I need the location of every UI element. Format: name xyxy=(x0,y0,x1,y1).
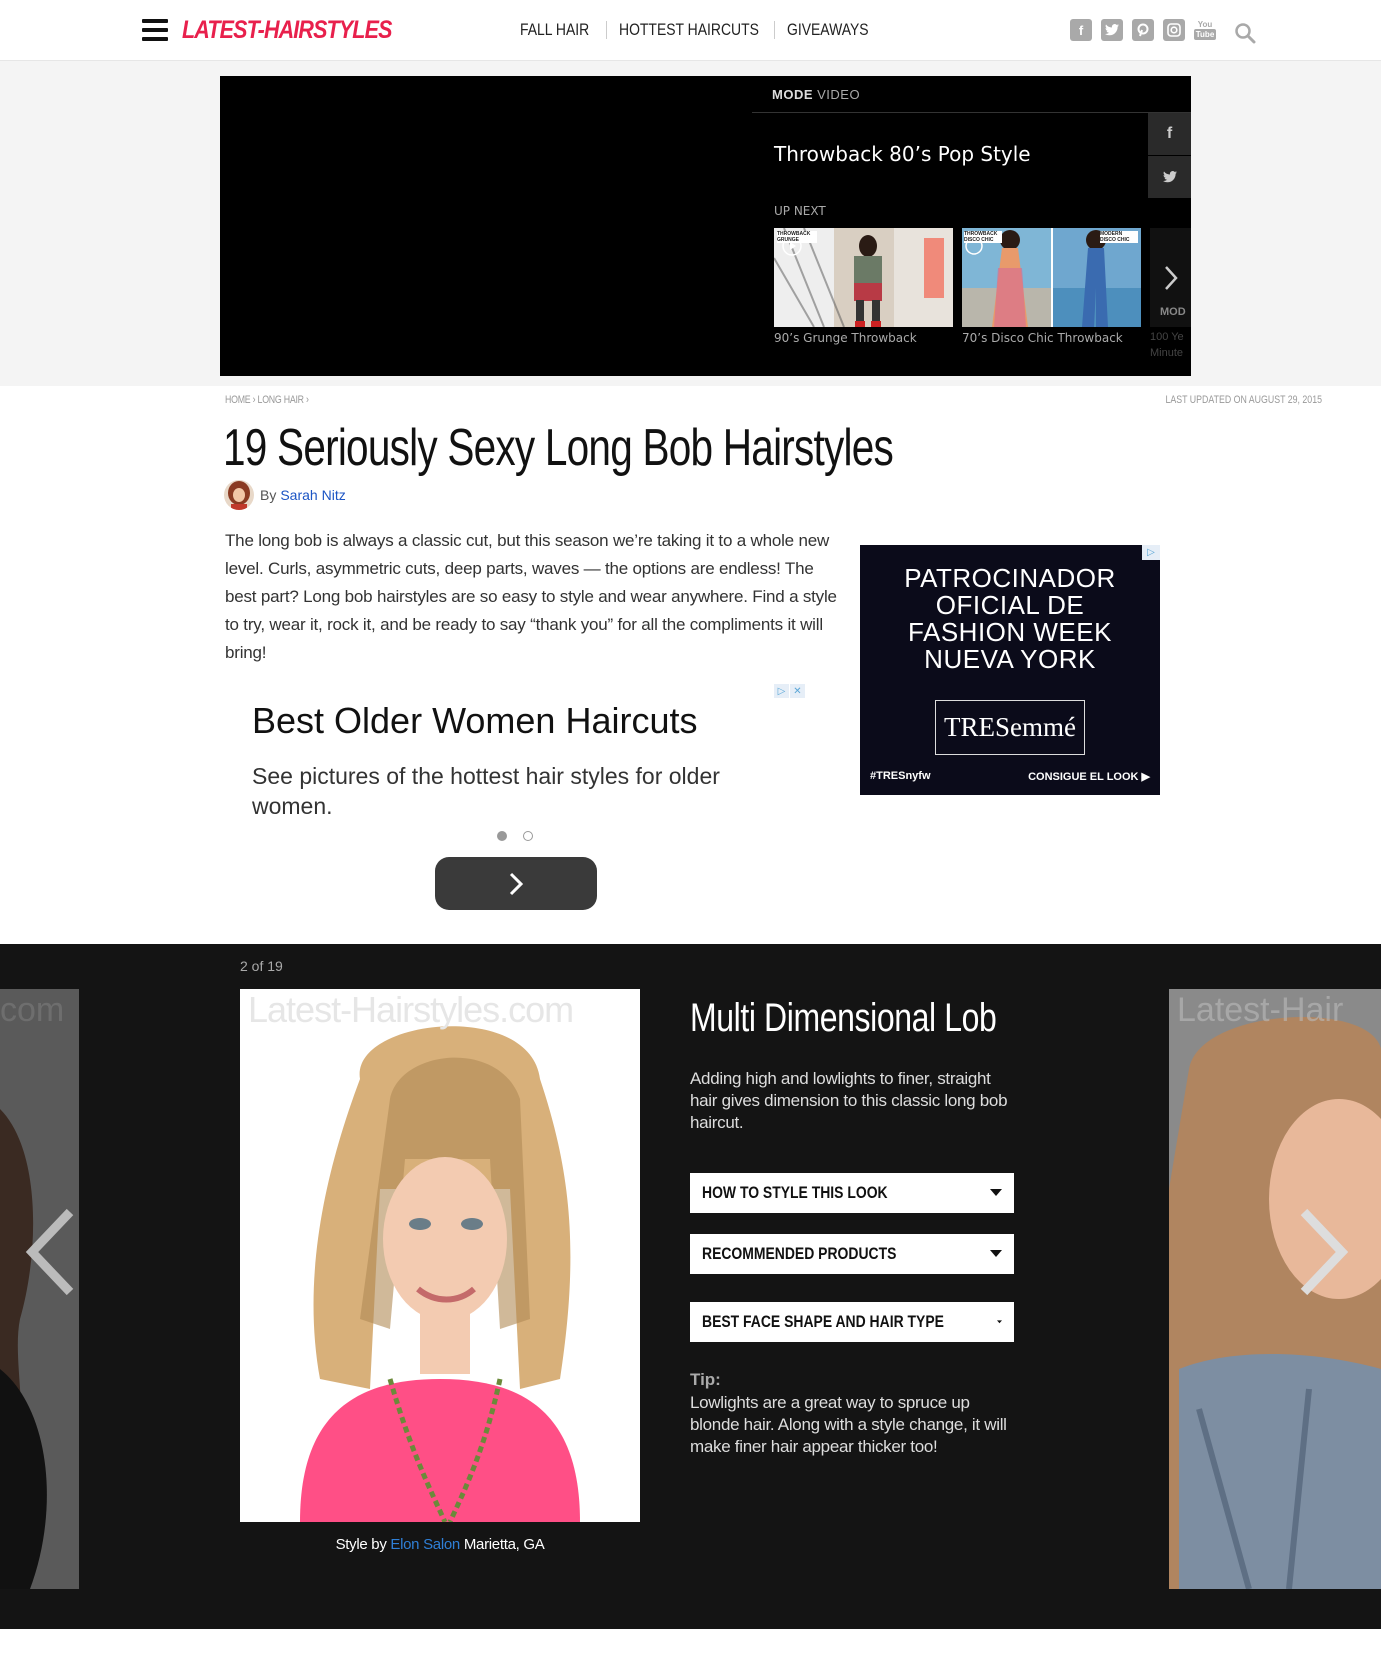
caret-down-icon xyxy=(990,1250,1002,1257)
up-next-label: UP NEXT xyxy=(774,204,826,218)
video-player[interactable]: MODE VIDEO Throwback 80’s Pop Style f UP… xyxy=(220,76,1191,376)
instagram-icon[interactable] xyxy=(1163,19,1185,41)
last-updated: LAST UPDATED ON AUGUST 29, 2015 xyxy=(1165,394,1322,406)
video-divider xyxy=(752,112,1191,113)
ad-choices-icon[interactable]: ▷ xyxy=(1142,545,1160,560)
dropdown-recommended-products[interactable]: RECOMMENDED PRODUCTS xyxy=(690,1234,1014,1274)
native-ad-title[interactable]: Best Older Women Haircuts xyxy=(252,700,697,742)
sponsor-hashtag: #TRESnyfw xyxy=(870,770,931,782)
caret-down-icon xyxy=(997,1320,1002,1324)
breadcrumb[interactable]: HOME › LONG HAIR › xyxy=(225,394,309,406)
chevron-right-icon xyxy=(1300,1208,1349,1296)
nav-divider xyxy=(606,21,608,39)
twitter-icon[interactable] xyxy=(1101,19,1123,41)
nav-fall-hair[interactable]: FALL HAIR xyxy=(520,20,589,40)
thumbnail-tag-left: THROWBACK DISCO CHIC xyxy=(964,231,1002,243)
pager-dot[interactable] xyxy=(497,831,507,841)
pager-dot[interactable] xyxy=(523,831,533,841)
article-intro: The long bob is always a classic cut, bu… xyxy=(225,531,837,662)
author-link[interactable]: Sarah Nitz xyxy=(280,487,345,503)
youtube-label-top: You xyxy=(1197,20,1213,29)
watermark-left: com xyxy=(0,991,65,1029)
chevron-left-icon xyxy=(25,1208,74,1296)
youtube-icon[interactable]: You Tube xyxy=(1193,19,1217,41)
thumbnail-label: 70’s Disco Chic Throwback xyxy=(962,331,1123,345)
thumbnail-tag: THROWBACK GRUNGE xyxy=(777,231,817,243)
video-thumbnail-disco[interactable]: THROWBACK DISCO CHIC MODERN DISCO CHIC xyxy=(962,228,1141,327)
nav-divider xyxy=(774,21,776,39)
caret-down-icon xyxy=(990,1189,1002,1196)
slide-counter: 2 of 19 xyxy=(240,958,283,974)
pinterest-icon[interactable] xyxy=(1132,19,1154,41)
youtube-label-bottom: Tube xyxy=(1193,29,1217,40)
site-header: LATEST-HAIRSTYLES FALL HAIR HOTTEST HAIR… xyxy=(0,0,1381,61)
ad-next-button[interactable] xyxy=(435,857,597,910)
dropdown-face-shape[interactable]: BEST FACE SHAPE AND HAIR TYPE xyxy=(690,1302,1014,1342)
page-title: 19 Seriously Sexy Long Bob Hairstyles xyxy=(223,419,894,477)
ad-pager xyxy=(497,831,533,841)
menu-icon[interactable] xyxy=(142,19,168,41)
nav-hottest-haircuts[interactable]: HOTTEST HAIRCUTS xyxy=(619,20,759,40)
tresemme-logo: TRESemmé xyxy=(935,700,1085,755)
sponsor-ad-headline: PATROCINADOR OFICIAL DE FASHION WEEK NUE… xyxy=(904,563,1116,674)
slide-title: Multi Dimensional Lob xyxy=(690,996,997,1040)
watermark-right: Latest-Hair xyxy=(1177,991,1344,1029)
previous-arrow[interactable] xyxy=(20,1202,80,1302)
search-icon[interactable] xyxy=(1234,22,1256,44)
slide-description: Adding high and lowlights to finer, stra… xyxy=(690,1069,1008,1132)
ad-choices-icon[interactable]: ▷ xyxy=(774,684,789,698)
tip-text: Lowlights are a great way to spruce up b… xyxy=(690,1393,1007,1456)
chevron-right-icon xyxy=(509,872,524,895)
twitter-share-button[interactable] xyxy=(1148,156,1191,198)
top-nav: FALL HAIR HOTTEST HAIRCUTS GIVEAWAYS xyxy=(520,19,887,41)
overflow-label: MOD xyxy=(1160,306,1186,318)
site-logo[interactable]: LATEST-HAIRSTYLES xyxy=(182,16,392,45)
thumbnail-label: 90’s Grunge Throwback xyxy=(774,331,917,345)
facebook-share-button[interactable]: f xyxy=(1148,113,1191,155)
next-arrow[interactable] xyxy=(1294,1202,1354,1302)
overflow-sub-1: 100 Ye xyxy=(1150,331,1184,343)
nav-giveaways[interactable]: GIVEAWAYS xyxy=(787,20,869,40)
video-thumbnail-grunge[interactable]: THROWBACK GRUNGE xyxy=(774,228,953,327)
tip-label: Tip: xyxy=(690,1370,721,1389)
salon-link[interactable]: Elon Salon xyxy=(390,1536,460,1553)
ad-choices[interactable]: ▷ ✕ xyxy=(774,684,805,698)
dropdown-how-to-style[interactable]: HOW TO STYLE THIS LOOK xyxy=(690,1173,1014,1213)
social-links: f You Tube xyxy=(1070,19,1217,41)
photo-watermark: Latest-Hairstyles.com xyxy=(248,989,574,1030)
sponsor-cta[interactable]: CONSIGUE EL LOOK ▶ xyxy=(1028,770,1150,783)
close-icon[interactable]: ✕ xyxy=(790,684,805,698)
video-brand: MODE VIDEO xyxy=(772,87,861,102)
video-title: Throwback 80’s Pop Style xyxy=(774,142,1031,166)
sponsor-ad[interactable]: ▷ PATROCINADOR OFICIAL DE FASHION WEEK N… xyxy=(860,545,1160,795)
byline: By Sarah Nitz xyxy=(224,480,346,510)
hairstyle-photo[interactable]: Latest-Hairstyles.com xyxy=(240,989,640,1522)
thumbnail-tag-right: MODERN DISCO CHIC xyxy=(1100,231,1138,243)
facebook-icon[interactable]: f xyxy=(1070,19,1092,41)
gallery: 2 of 19 com Latest-Hairstyles.com Style … xyxy=(0,944,1381,1629)
overflow-sub-2: Minute xyxy=(1150,347,1184,359)
avatar[interactable] xyxy=(224,480,254,510)
photo-credit: Style by Elon Salon Marietta, GA xyxy=(335,1536,545,1553)
native-ad-description[interactable]: See pictures of the hottest hair styles … xyxy=(252,761,772,821)
byline-prefix: By xyxy=(260,487,277,503)
